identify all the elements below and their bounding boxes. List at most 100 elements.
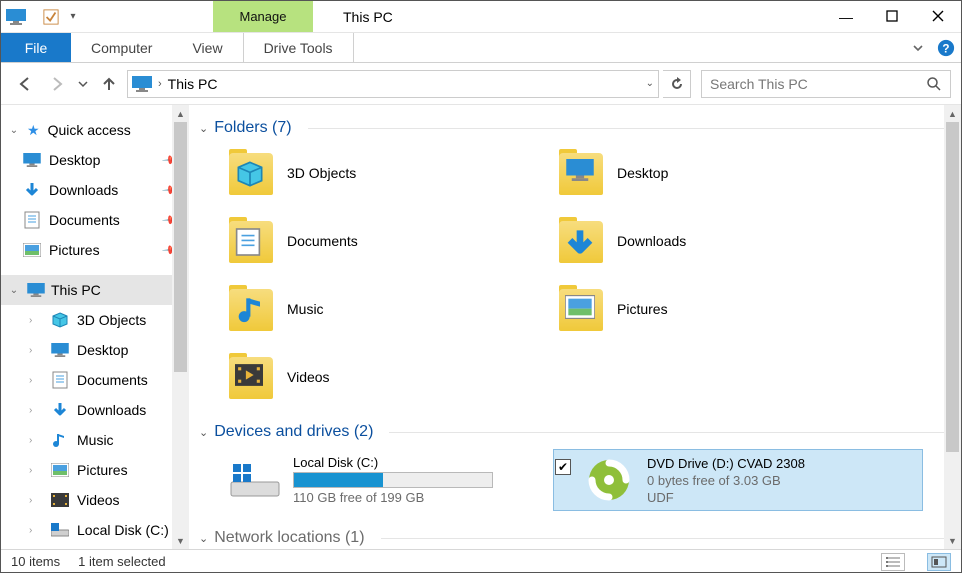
view-details-button[interactable] xyxy=(881,553,905,571)
folder-documents[interactable]: Documents xyxy=(227,213,547,269)
folder-label: Videos xyxy=(287,369,330,385)
sidebar-item-local-disk-c[interactable]: › Local Disk (C:) xyxy=(1,515,189,545)
folder-icon xyxy=(557,287,605,331)
drive-name: Local Disk (C:) xyxy=(293,455,493,470)
chevron-down-icon[interactable]: ⌄ xyxy=(7,285,21,296)
chevron-right-icon[interactable]: › xyxy=(29,465,43,476)
chevron-down-icon[interactable]: ⌄ xyxy=(199,532,208,545)
quick-access-toolbar: ▾ xyxy=(1,1,93,32)
drive-filesystem: UDF xyxy=(647,490,805,505)
app-icon xyxy=(7,8,25,26)
folder-label: Downloads xyxy=(617,233,686,249)
manage-contextual-tab[interactable]: Manage xyxy=(213,1,313,32)
sidebar-item-label: Documents xyxy=(49,212,120,228)
status-bar: 10 items 1 item selected xyxy=(1,549,961,573)
drive-tools-tab[interactable]: Drive Tools xyxy=(243,33,354,62)
chevron-down-icon[interactable]: ⌄ xyxy=(7,125,21,136)
chevron-right-icon[interactable]: › xyxy=(29,315,43,326)
drive-dvd-d[interactable]: ✔ DVD Drive (D:) CVAD 2308 0 bytes free … xyxy=(553,449,923,511)
sidebar-item-downloads[interactable]: Downloads 📌 xyxy=(1,175,189,205)
sidebar-item-label: 3D Objects xyxy=(77,312,146,328)
sidebar-item-pictures-2[interactable]: › Pictures xyxy=(1,455,189,485)
sidebar-item-documents-2[interactable]: › Documents xyxy=(1,365,189,395)
document-icon xyxy=(51,371,69,389)
chevron-right-icon[interactable]: › xyxy=(29,375,43,386)
sidebar-item-pictures[interactable]: Pictures 📌 xyxy=(1,235,189,265)
status-items: 10 items xyxy=(11,554,60,569)
sidebar-item-documents[interactable]: Documents 📌 xyxy=(1,205,189,235)
breadcrumb[interactable]: This PC xyxy=(168,76,218,92)
close-button[interactable] xyxy=(915,1,961,32)
scroll-down-icon[interactable]: ▼ xyxy=(944,532,961,549)
view-large-icons-button[interactable] xyxy=(927,553,951,571)
help-icon[interactable]: ? xyxy=(931,33,961,62)
sidebar-this-pc[interactable]: ⌄ This PC xyxy=(1,275,189,305)
maximize-button[interactable] xyxy=(869,1,915,32)
chevron-down-icon[interactable]: ⌄ xyxy=(199,426,208,439)
folders-grid: 3D Objects Desktop Documents Downloads xyxy=(227,145,945,405)
star-icon: ★ xyxy=(27,122,40,139)
minimize-button[interactable]: — xyxy=(823,1,869,32)
search-placeholder: Search This PC xyxy=(710,76,808,92)
sidebar-item-videos[interactable]: › Videos xyxy=(1,485,189,515)
chevron-right-icon[interactable]: › xyxy=(29,495,43,506)
folder-videos[interactable]: Videos xyxy=(227,349,547,405)
group-network-header[interactable]: ⌄ Network locations (1) xyxy=(199,529,945,547)
folder-downloads[interactable]: Downloads xyxy=(557,213,907,269)
sidebar-item-downloads-2[interactable]: › Downloads xyxy=(1,395,189,425)
back-button[interactable] xyxy=(11,70,39,98)
forward-button[interactable] xyxy=(43,70,71,98)
computer-tab[interactable]: Computer xyxy=(71,33,172,62)
breadcrumb-sep-icon[interactable]: › xyxy=(158,78,162,90)
download-arrow-icon xyxy=(23,181,41,199)
group-title: Folders (7) xyxy=(214,119,291,137)
group-title: Network locations (1) xyxy=(214,529,364,547)
dvd-icon xyxy=(583,458,635,502)
file-tab[interactable]: File xyxy=(1,33,71,62)
group-folders-header[interactable]: ⌄ Folders (7) xyxy=(199,119,945,137)
folder-pictures[interactable]: Pictures xyxy=(557,281,907,337)
sidebar-item-label: Local Disk (C:) xyxy=(77,522,169,538)
scroll-up-icon[interactable]: ▲ xyxy=(944,105,961,122)
ribbon: File Computer View Drive Tools ? xyxy=(1,33,961,63)
folder-music[interactable]: Music xyxy=(227,281,547,337)
sidebar-scrollbar[interactable]: ▲ ▼ xyxy=(172,105,189,549)
sidebar-item-desktop[interactable]: Desktop 📌 xyxy=(1,145,189,175)
chevron-right-icon[interactable]: › xyxy=(29,435,43,446)
group-drives-header[interactable]: ⌄ Devices and drives (2) xyxy=(199,423,945,441)
sidebar-item-desktop-2[interactable]: › Desktop xyxy=(1,335,189,365)
folder-icon xyxy=(227,151,275,195)
drive-checkbox[interactable]: ✔ xyxy=(555,459,571,475)
scroll-up-icon[interactable]: ▲ xyxy=(172,105,189,122)
folder-3d-objects[interactable]: 3D Objects xyxy=(227,145,547,201)
scroll-thumb[interactable] xyxy=(946,122,959,452)
recent-dropdown-icon[interactable] xyxy=(75,70,91,98)
folder-icon xyxy=(227,219,275,263)
refresh-button[interactable] xyxy=(663,70,691,98)
window-title: This PC xyxy=(313,1,823,32)
folder-label: 3D Objects xyxy=(287,165,356,181)
scroll-down-icon[interactable]: ▼ xyxy=(172,532,189,549)
search-input[interactable]: Search This PC xyxy=(701,70,951,98)
folder-desktop[interactable]: Desktop xyxy=(557,145,907,201)
scroll-thumb[interactable] xyxy=(174,122,187,372)
ribbon-collapse-icon[interactable] xyxy=(905,33,931,62)
sidebar-item-music[interactable]: › Music xyxy=(1,425,189,455)
address-dropdown-icon[interactable]: ⌄ xyxy=(646,78,654,89)
search-icon xyxy=(926,76,942,92)
address-bar[interactable]: › This PC ⌄ xyxy=(127,70,659,98)
chevron-right-icon[interactable]: › xyxy=(29,405,43,416)
sidebar-item-label: Pictures xyxy=(77,462,128,478)
up-button[interactable] xyxy=(95,70,123,98)
chevron-right-icon[interactable]: › xyxy=(29,525,43,536)
sidebar-quick-access[interactable]: ⌄ ★ Quick access xyxy=(1,115,189,145)
qat-dropdown-icon[interactable]: ▾ xyxy=(68,11,78,22)
sidebar-item-3d-objects[interactable]: › 3D Objects xyxy=(1,305,189,335)
chevron-down-icon[interactable]: ⌄ xyxy=(199,122,208,135)
drive-local-c[interactable]: Local Disk (C:) 110 GB free of 199 GB xyxy=(227,449,547,511)
chevron-right-icon[interactable]: › xyxy=(29,345,43,356)
svg-text:?: ? xyxy=(942,42,949,55)
properties-icon[interactable] xyxy=(42,8,60,26)
view-tab[interactable]: View xyxy=(172,33,242,62)
content-scrollbar[interactable]: ▲ ▼ xyxy=(944,105,961,549)
